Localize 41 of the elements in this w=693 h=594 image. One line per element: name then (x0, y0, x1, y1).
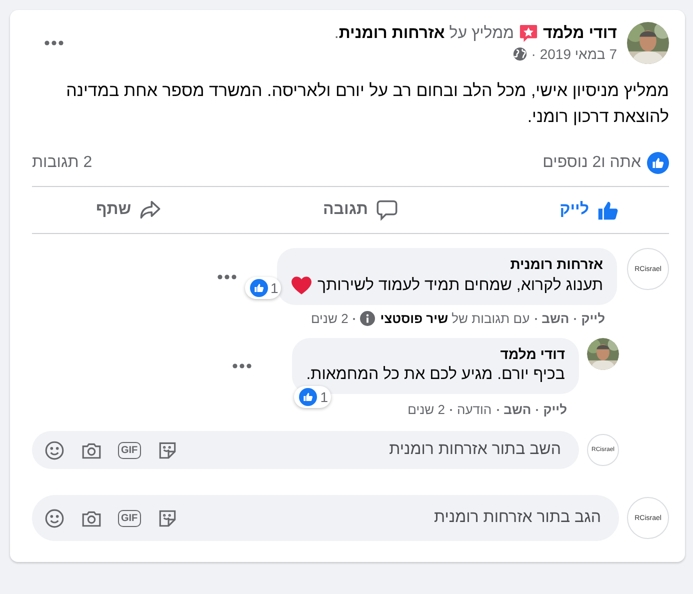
like-icon (299, 388, 318, 406)
reaction-count-badge[interactable]: 1 (294, 386, 332, 408)
comment-action-link[interactable]: לייק (543, 402, 567, 417)
author-name[interactable]: דודי מלמד (543, 24, 617, 42)
comment-note: הודעה (457, 402, 492, 417)
share-button[interactable]: שתף (86, 191, 172, 229)
thumbs-up-icon (597, 199, 619, 221)
reactions-summary[interactable]: אתה ו2 נוספים (542, 154, 641, 172)
more-icon[interactable] (232, 363, 252, 369)
share-arrow-icon (139, 199, 162, 221)
comment-action-link[interactable]: השב (504, 402, 532, 417)
recommend-icon (519, 24, 538, 43)
gif-button[interactable]: GIF (118, 442, 141, 458)
emoji-icon[interactable] (44, 508, 65, 528)
like-button[interactable]: לייק (550, 191, 629, 229)
comment-text: בכיף יורם. מגיע לכם את כל המחמאות. (306, 366, 565, 384)
more-icon[interactable] (44, 40, 64, 46)
info-icon[interactable] (360, 311, 376, 326)
emoji-icon[interactable] (44, 440, 65, 460)
comment-count[interactable]: 2 תגובות (32, 154, 92, 172)
speech-bubble-icon (376, 199, 398, 221)
comment-note: עם תגובות של שיר פוסטצי (380, 311, 530, 326)
sticker-icon[interactable] (156, 508, 178, 528)
gif-button[interactable]: GIF (118, 510, 141, 526)
comment-author[interactable]: אזרחות רומנית (290, 256, 603, 272)
like-icon (647, 152, 669, 174)
post-text: ממליץ מניסיון אישי, מכל הלב ובחום רב על יורם ולאריסה. המשרד מספר אחת במדינה להוצאת דרכון רומני. (65, 80, 669, 128)
globe-icon (513, 47, 528, 61)
post-date[interactable]: 7 במאי 2019 · (531, 46, 617, 62)
comment-action-link[interactable]: לייק (581, 311, 605, 326)
recommendation-text: ממליץ על אזרחות רומנית. (334, 24, 514, 42)
comment-button[interactable]: תגובה (312, 191, 408, 229)
comment-text: תענוג לקרוא, שמחים תמיד לעמוד לשירותך (318, 276, 603, 294)
comment-author[interactable]: דודי מלמד (306, 346, 565, 362)
comment-action-link[interactable]: השב (542, 311, 570, 326)
comment-time[interactable]: 2 שנים (408, 402, 445, 417)
comment-time[interactable]: 2 שנים (310, 311, 348, 326)
like-icon (250, 279, 268, 297)
more-icon[interactable] (216, 274, 237, 280)
reaction-count-badge[interactable]: 1 (244, 277, 282, 299)
sticker-icon[interactable] (156, 440, 178, 460)
